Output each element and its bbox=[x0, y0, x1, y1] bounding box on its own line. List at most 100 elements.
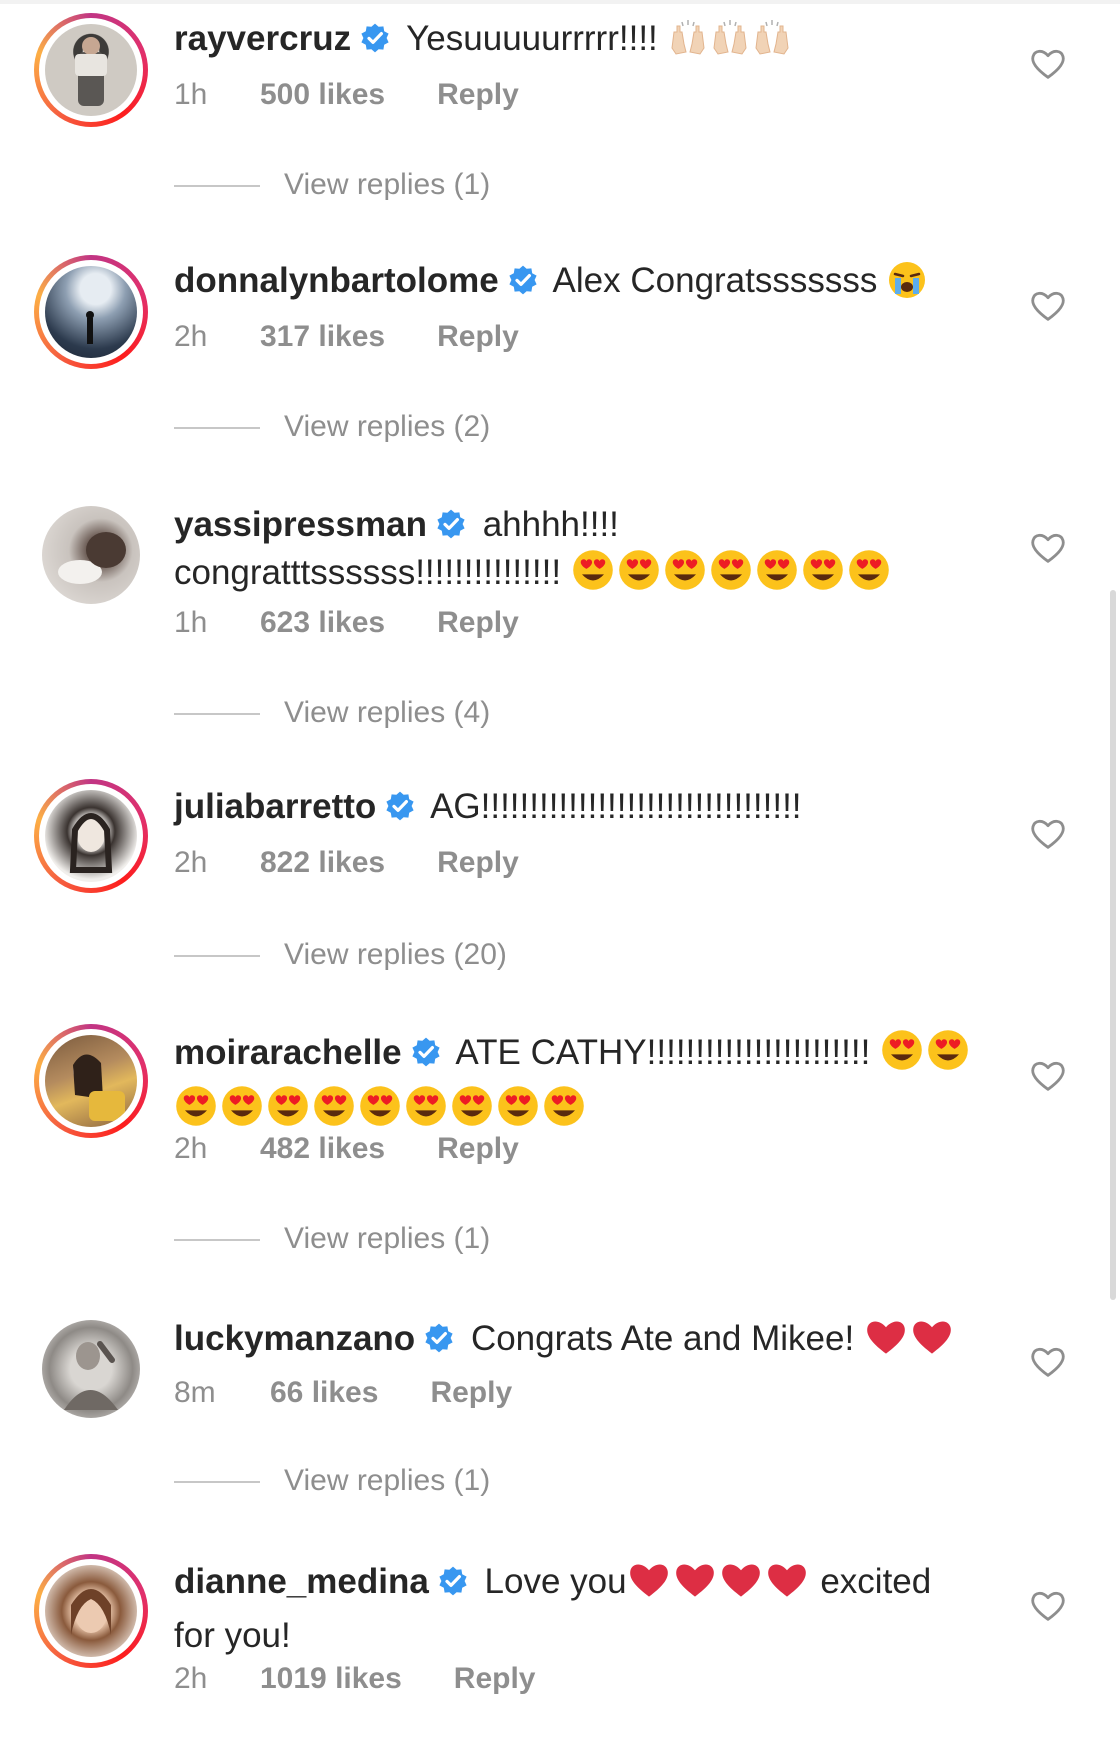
heart-eyes-emoji bbox=[174, 1084, 218, 1128]
reply-button[interactable]: Reply bbox=[454, 1662, 536, 1696]
heart-eyes-emoji bbox=[755, 548, 799, 592]
reply-button[interactable]: Reply bbox=[437, 320, 519, 354]
red-heart-emoji bbox=[673, 1557, 717, 1601]
verified-badge-icon bbox=[423, 1322, 455, 1354]
username[interactable]: yassipressman bbox=[174, 505, 427, 544]
view-replies-link[interactable]: View replies (1) bbox=[174, 168, 490, 202]
like-heart-icon[interactable] bbox=[1028, 1056, 1068, 1096]
likes-count[interactable]: 66 likes bbox=[270, 1376, 378, 1410]
likes-count[interactable]: 822 likes bbox=[260, 846, 385, 880]
heart-eyes-emoji bbox=[312, 1084, 356, 1128]
emoji-row bbox=[864, 1314, 956, 1370]
avatar[interactable] bbox=[34, 255, 148, 369]
comment-meta: 8m 66 likes Reply bbox=[174, 1376, 512, 1410]
likes-count[interactable]: 623 likes bbox=[260, 606, 385, 640]
likes-count[interactable]: 317 likes bbox=[260, 320, 385, 354]
like-heart-icon[interactable] bbox=[1028, 814, 1068, 854]
avatar-photo bbox=[45, 1035, 137, 1127]
view-replies-label: View replies (1) bbox=[284, 1222, 491, 1255]
crying-face-emoji bbox=[887, 260, 927, 300]
avatar[interactable] bbox=[34, 1554, 148, 1668]
like-heart-icon[interactable] bbox=[1028, 528, 1068, 568]
avatar[interactable] bbox=[34, 13, 148, 127]
view-replies-link[interactable]: View replies (4) bbox=[174, 696, 490, 730]
view-replies-link[interactable]: View replies (20) bbox=[174, 938, 507, 972]
reply-button[interactable]: Reply bbox=[430, 1376, 512, 1410]
username[interactable]: donnalynbartolome bbox=[174, 261, 499, 300]
username[interactable]: dianne_medina bbox=[174, 1562, 429, 1601]
red-heart-emoji bbox=[864, 1314, 908, 1358]
comment-text-block: luckymanzano Congrats Ate and Mikee! bbox=[174, 1314, 980, 1370]
comment-text-block: moirarachelle ATE CATHY!!!!!!!!!!!!!!!!!… bbox=[174, 1028, 980, 1140]
emoji-row bbox=[887, 260, 929, 312]
verified-badge-icon bbox=[435, 508, 467, 540]
comment-meta: 2h 482 likes Reply bbox=[174, 1132, 519, 1166]
verified-badge-icon bbox=[359, 22, 391, 54]
avatar-photo bbox=[45, 790, 137, 882]
reply-button[interactable]: Reply bbox=[437, 846, 519, 880]
view-replies-label: View replies (4) bbox=[284, 696, 491, 729]
avatar[interactable] bbox=[34, 779, 148, 893]
username[interactable]: juliabarretto bbox=[174, 787, 376, 826]
reply-button[interactable]: Reply bbox=[437, 78, 519, 112]
verified-badge-icon bbox=[437, 1565, 469, 1597]
likes-count[interactable]: 482 likes bbox=[260, 1132, 385, 1166]
comment-text-block: donnalynbartolome Alex Congratsssssss bbox=[174, 258, 980, 312]
comment-text: ATE CATHY!!!!!!!!!!!!!!!!!!!!!!! bbox=[455, 1033, 871, 1072]
red-heart-emoji bbox=[910, 1314, 954, 1358]
reply-button[interactable]: Reply bbox=[437, 606, 519, 640]
username[interactable]: moirarachelle bbox=[174, 1033, 402, 1072]
divider-line bbox=[174, 713, 260, 716]
heart-eyes-emoji bbox=[880, 1028, 924, 1072]
like-heart-icon[interactable] bbox=[1028, 1342, 1068, 1382]
comment-text-block: dianne_medina Love you excited for you! bbox=[174, 1557, 980, 1659]
emoji-row bbox=[627, 1557, 811, 1613]
divider-line bbox=[174, 185, 260, 188]
avatar-photo bbox=[45, 266, 137, 358]
heart-eyes-emoji bbox=[847, 548, 891, 592]
likes-count[interactable]: 1019 likes bbox=[260, 1662, 402, 1696]
emoji-row bbox=[571, 548, 893, 604]
heart-eyes-emoji bbox=[358, 1084, 402, 1128]
comment-text: AG!!!!!!!!!!!!!!!!!!!!!!!!!!!!!!!!! bbox=[430, 787, 802, 826]
avatar[interactable] bbox=[34, 1024, 148, 1138]
heart-eyes-emoji bbox=[926, 1028, 970, 1072]
red-heart-emoji bbox=[627, 1557, 671, 1601]
avatar-photo bbox=[45, 24, 137, 116]
view-replies-link[interactable]: View replies (1) bbox=[174, 1222, 490, 1256]
comment-text-block: juliabarretto AG!!!!!!!!!!!!!!!!!!!!!!!!… bbox=[174, 784, 980, 830]
comment-text: Alex Congratsssssss bbox=[552, 261, 878, 300]
scrollbar[interactable] bbox=[1110, 590, 1116, 1300]
avatar-photo bbox=[45, 1565, 137, 1657]
divider-line bbox=[174, 1481, 260, 1484]
likes-count[interactable]: 500 likes bbox=[260, 78, 385, 112]
username[interactable]: rayvercruz bbox=[174, 19, 351, 58]
comment-text-after: excited bbox=[820, 1562, 932, 1601]
comment-meta: 1h 623 likes Reply bbox=[174, 606, 519, 640]
heart-eyes-emoji bbox=[542, 1084, 586, 1128]
verified-badge-icon bbox=[410, 1036, 442, 1068]
timestamp: 2h bbox=[174, 320, 208, 353]
like-heart-icon[interactable] bbox=[1028, 1586, 1068, 1626]
username[interactable]: luckymanzano bbox=[174, 1319, 415, 1358]
view-replies-link[interactable]: View replies (1) bbox=[174, 1464, 490, 1498]
heart-eyes-emoji bbox=[450, 1084, 494, 1128]
verified-badge-icon bbox=[384, 790, 416, 822]
timestamp: 2h bbox=[174, 1132, 208, 1165]
view-replies-label: View replies (2) bbox=[284, 410, 491, 443]
emoji-row bbox=[668, 18, 794, 70]
raising-hands-emoji bbox=[710, 18, 750, 58]
comment-text: Congrats Ate and Mikee! bbox=[470, 1319, 855, 1358]
comment-meta: 1h 500 likes Reply bbox=[174, 78, 519, 112]
avatar[interactable] bbox=[34, 498, 148, 612]
heart-eyes-emoji bbox=[266, 1084, 310, 1128]
avatar[interactable] bbox=[34, 1312, 148, 1426]
heart-eyes-emoji bbox=[404, 1084, 448, 1128]
like-heart-icon[interactable] bbox=[1028, 286, 1068, 326]
like-heart-icon[interactable] bbox=[1028, 44, 1068, 84]
view-replies-link[interactable]: View replies (2) bbox=[174, 410, 490, 444]
heart-eyes-emoji bbox=[496, 1084, 540, 1128]
comment-text-line2: congratttssssss!!!!!!!!!!!!!!! bbox=[174, 553, 562, 592]
heart-eyes-emoji bbox=[571, 548, 615, 592]
reply-button[interactable]: Reply bbox=[437, 1132, 519, 1166]
